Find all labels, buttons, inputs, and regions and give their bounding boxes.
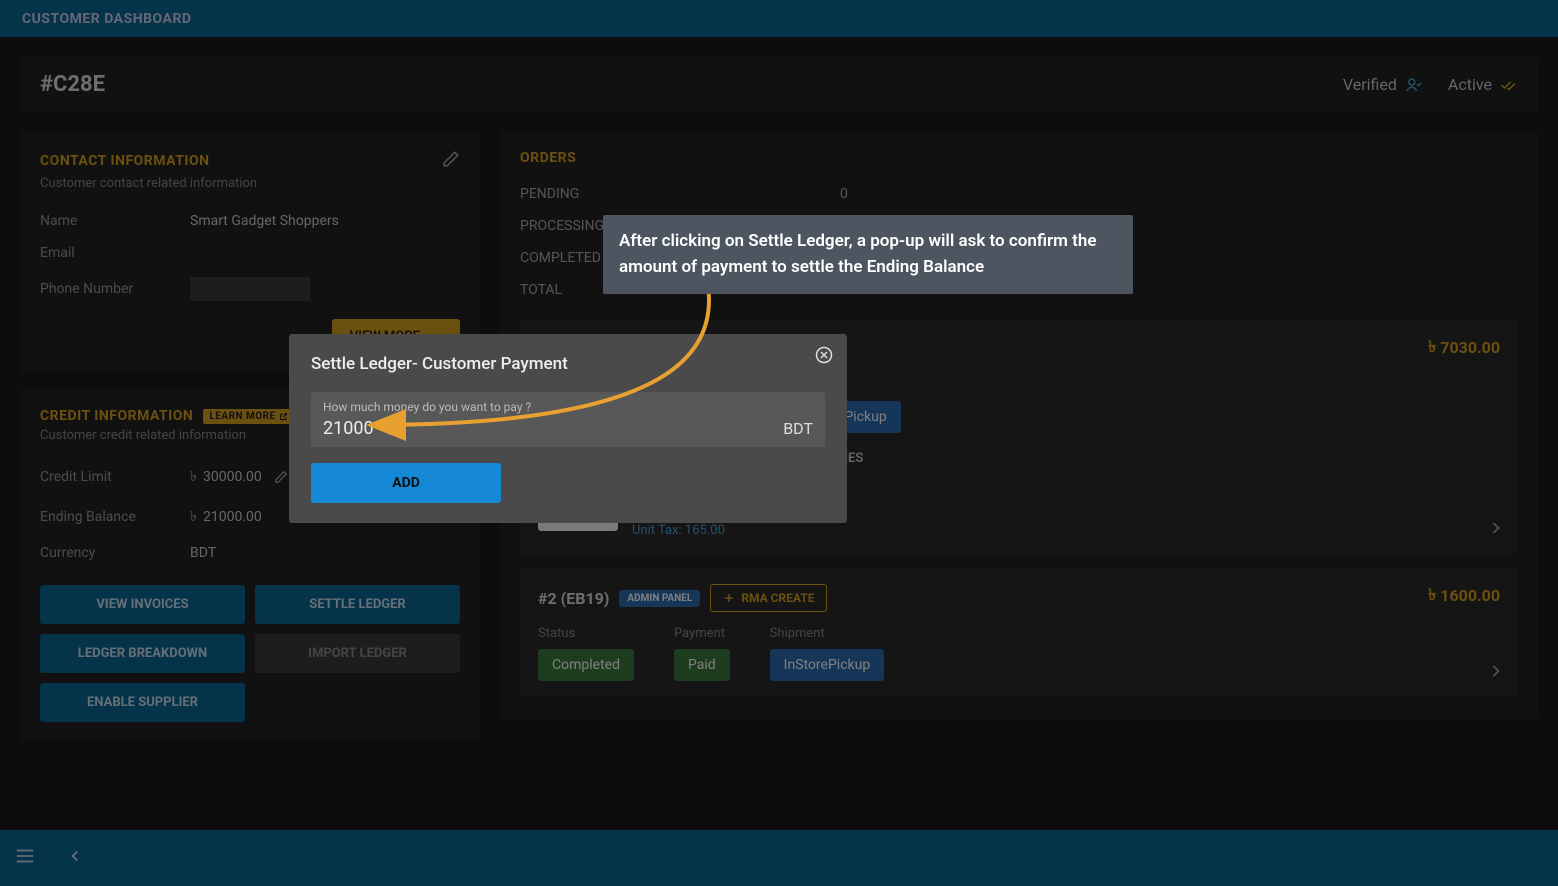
page-title: CUSTOMER DASHBOARD [22, 11, 192, 27]
order-2-payment-value: Paid [674, 649, 730, 681]
ledger-breakdown-button[interactable]: LEDGER BREAKDOWN [40, 634, 245, 673]
modal-add-button[interactable]: ADD [311, 463, 501, 503]
currency-symbol-icon: ৳ [190, 465, 197, 489]
pencil-icon [442, 150, 460, 168]
credit-currency-value: BDT [190, 545, 216, 561]
view-invoices-button[interactable]: VIEW INVOICES [40, 585, 245, 624]
currency-symbol-icon: ৳ [1428, 334, 1436, 361]
orders-title: ORDERS [520, 150, 1518, 166]
modal-input-label: How much money do you want to pay ? [323, 400, 813, 414]
order-1-amount-value: 7030.00 [1440, 338, 1500, 357]
status-group: Verified Active [1343, 75, 1518, 94]
order-2-status-value: Completed [538, 649, 634, 681]
status-verified-label: Verified [1343, 75, 1397, 94]
credit-title: CREDIT INFORMATION [40, 408, 193, 424]
orders-pending-row: PENDING 0 [520, 178, 1518, 210]
status-active-label: Active [1448, 75, 1492, 94]
contact-phone-value [190, 277, 310, 301]
contact-email-row: Email [40, 237, 460, 269]
bottom-bar [0, 830, 1558, 886]
order-2-expand-button[interactable] [1486, 661, 1506, 685]
payment-amount-input[interactable] [323, 418, 523, 439]
contact-title-row: CONTACT INFORMATION [40, 150, 460, 172]
order-2-status-label: Status [538, 626, 634, 641]
credit-ending-number: 21000.00 [203, 509, 262, 525]
order-1-expand-button[interactable] [1486, 518, 1506, 542]
edit-contact-button[interactable] [442, 150, 460, 172]
order-2-head: #2 (EB19) ADMIN PANEL RMA CREATE [538, 584, 1500, 612]
product-tax: Unit Tax: 165.00 [632, 523, 863, 538]
credit-limit-label: Credit Limit [40, 469, 190, 485]
contact-phone-label: Phone Number [40, 281, 190, 297]
enable-supplier-button[interactable]: ENABLE SUPPLIER [40, 683, 245, 722]
customer-id: #C28E [40, 72, 105, 97]
menu-button[interactable] [14, 845, 36, 871]
order-2-amount: ৳ 1600.00 [1428, 582, 1500, 609]
menu-icon [14, 845, 36, 867]
contact-phone-row: Phone Number [40, 269, 460, 309]
settle-ledger-modal: Settle Ledger- Customer Payment How much… [289, 334, 847, 523]
contact-name-label: Name [40, 213, 190, 229]
order-2-rma-button[interactable]: RMA CREATE [710, 584, 827, 612]
order-1-amount: ৳ 7030.00 [1428, 334, 1500, 361]
contact-name-row: Name Smart Gadget Shoppers [40, 205, 460, 237]
chevron-right-icon [1486, 661, 1506, 681]
order-2-amount-value: 1600.00 [1440, 586, 1500, 605]
currency-symbol-icon: ৳ [1428, 582, 1436, 609]
status-verified: Verified [1343, 75, 1423, 94]
order-2-admin-badge: ADMIN PANEL [619, 590, 700, 607]
credit-limit-value: ৳ 30000.00 [190, 465, 288, 489]
user-check-icon [1405, 76, 1423, 94]
order-2-shipment-label: Shipment [770, 626, 885, 641]
chevron-left-icon [66, 847, 84, 865]
settle-ledger-button[interactable]: SETTLE LEDGER [255, 585, 460, 624]
credit-ending-label: Ending Balance [40, 509, 190, 525]
currency-symbol-icon: ৳ [190, 505, 197, 529]
order-2-fields: Status Completed Payment Paid Shipment I… [538, 626, 1500, 681]
chevron-right-icon [1486, 518, 1506, 538]
pencil-icon[interactable] [274, 470, 288, 484]
contact-title: CONTACT INFORMATION [40, 153, 210, 169]
contact-name-value: Smart Gadget Shoppers [190, 213, 339, 229]
order-2-payment-label: Payment [674, 626, 730, 641]
customer-header: #C28E Verified Active [20, 57, 1538, 112]
credit-ending-value: ৳ 21000.00 [190, 505, 262, 529]
credit-currency-row: Currency BDT [40, 537, 460, 569]
orders-pending-value: 0 [840, 186, 848, 202]
order-card-2[interactable]: #2 (EB19) ADMIN PANEL RMA CREATE ৳ 1600.… [520, 568, 1518, 697]
modal-close-button[interactable] [815, 346, 833, 368]
annotation-tooltip: After clicking on Settle Ledger, a pop-u… [603, 215, 1133, 294]
learn-more-button[interactable]: LEARN MORE [203, 409, 293, 424]
plus-icon [723, 592, 735, 604]
external-link-icon [279, 412, 288, 421]
order-2-rma-label: RMA CREATE [741, 591, 814, 605]
order-2-shipment-value: InStorePickup [770, 649, 885, 681]
double-check-icon [1500, 76, 1518, 94]
order-2-id: #2 (EB19) [538, 589, 609, 608]
credit-button-grid: VIEW INVOICES SETTLE LEDGER LEDGER BREAK… [40, 585, 460, 722]
close-icon [815, 346, 833, 364]
modal-title: Settle Ledger- Customer Payment [311, 354, 825, 374]
contact-subtitle: Customer contact related information [40, 176, 460, 191]
modal-input-field[interactable]: How much money do you want to pay ? BDT [311, 392, 825, 447]
credit-currency-label: Currency [40, 545, 190, 561]
credit-limit-number: 30000.00 [203, 469, 262, 485]
contact-email-label: Email [40, 245, 190, 261]
phone-mask [190, 277, 310, 301]
status-active: Active [1448, 75, 1518, 94]
back-button[interactable] [66, 847, 84, 869]
modal-currency-label: BDT [783, 419, 813, 438]
learn-more-label: LEARN MORE [209, 411, 275, 422]
top-banner: CUSTOMER DASHBOARD [0, 0, 1558, 37]
import-ledger-button: IMPORT LEDGER [255, 634, 460, 673]
orders-pending-label: PENDING [520, 186, 840, 202]
